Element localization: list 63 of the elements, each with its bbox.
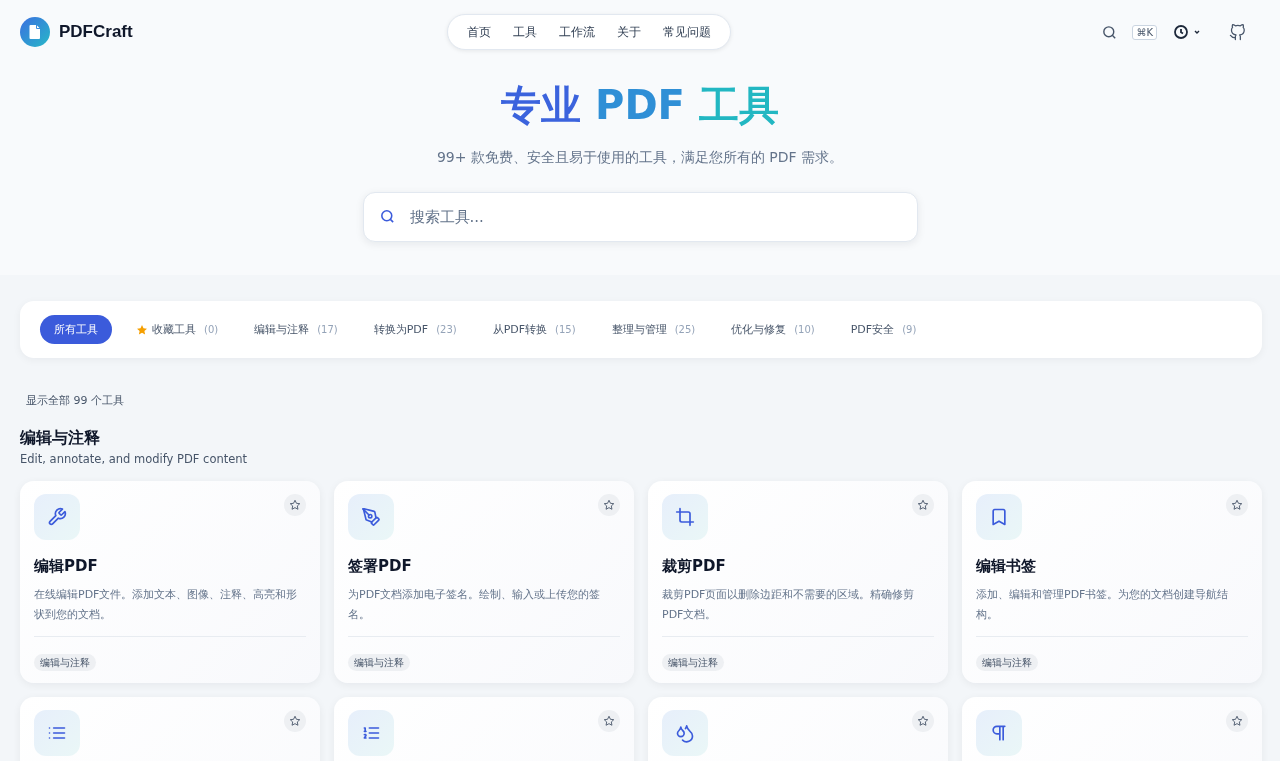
search-field[interactable]: 搜索工具... xyxy=(362,192,918,242)
tool-description: 在线编辑PDF文件。添加文本、图像、注释、高亮和形状到您的文档。 xyxy=(34,587,299,623)
search-icon[interactable] xyxy=(1101,23,1119,41)
star-icon xyxy=(603,715,615,727)
favorite-button[interactable] xyxy=(1226,494,1248,516)
star-icon xyxy=(917,715,929,727)
nav-link[interactable]: 关于 xyxy=(606,24,652,40)
nav-link[interactable]: 常见问题 xyxy=(652,24,722,40)
category-tab[interactable]: 整理与管理 (25) xyxy=(599,315,708,344)
category-tag: 编辑与注释 xyxy=(662,654,724,671)
star-icon xyxy=(289,499,301,511)
favorite-button[interactable] xyxy=(598,710,620,732)
favorite-button[interactable] xyxy=(598,494,620,516)
tool-description: 为PDF文档添加电子签名。绘制、输入或上传您的签名。 xyxy=(348,587,602,623)
star-icon xyxy=(917,499,929,511)
tool-title: 编辑书签 xyxy=(976,557,1037,576)
tool-description: 裁剪PDF页面以删除边距和不需要的区域。精确修剪PDF文档。 xyxy=(662,587,916,623)
category-tab[interactable]: 收藏工具 (0) xyxy=(124,315,231,344)
tool-card[interactable]: 编辑书签 添加、编辑和管理PDF书签。为您的文档创建导航结构。 编辑与注释 xyxy=(962,481,1262,683)
tool-card[interactable]: 编辑PDF 在线编辑PDF文件。添加文本、图像、注释、高亮和形状到您的文档。 编辑与注释 xyxy=(20,481,320,683)
star-icon xyxy=(1231,715,1243,727)
star-icon xyxy=(603,499,615,511)
category-tab[interactable]: 所有工具 xyxy=(40,315,112,344)
pilcrow-icon xyxy=(989,723,1009,743)
result-count: 显示全部 99 个工具 xyxy=(26,393,125,408)
favorite-button[interactable] xyxy=(284,494,306,516)
category-tag: 编辑与注释 xyxy=(976,654,1038,671)
tool-title: 编辑PDF xyxy=(34,557,99,576)
category-tab[interactable]: 优化与修复 (10) xyxy=(719,315,827,344)
section-title: 编辑与注释 xyxy=(20,428,101,449)
favorite-button[interactable] xyxy=(284,710,306,732)
tool-card[interactable]: 裁剪PDF 裁剪PDF页面以删除边距和不需要的区域。精确修剪PDF文档。 编辑与注释 xyxy=(648,481,948,683)
favorite-button[interactable] xyxy=(912,710,934,732)
star-icon xyxy=(289,715,301,727)
tool-title: 裁剪PDF xyxy=(662,557,727,576)
nav-link[interactable]: 工作流 xyxy=(548,24,606,40)
category-tag: 编辑与注释 xyxy=(348,654,410,671)
wrench-icon xyxy=(47,507,67,527)
favorite-button[interactable] xyxy=(1226,710,1248,732)
category-tab[interactable]: 编辑与注释 (17) xyxy=(242,315,350,344)
pen-icon xyxy=(361,507,381,527)
category-tab[interactable]: PDF安全 (9) xyxy=(838,315,929,344)
shortcut-key: ⌘K xyxy=(1132,24,1157,40)
crop-icon xyxy=(675,507,695,527)
logo-icon xyxy=(20,17,50,47)
tool-card[interactable]: 签署PDF 为PDF文档添加电子签名。绘制、输入或上传您的签名。 编辑与注释 xyxy=(334,481,634,683)
star-icon xyxy=(1231,499,1243,511)
nav-link[interactable]: 工具 xyxy=(502,24,548,40)
category-tab[interactable]: 转换为PDF (23) xyxy=(361,315,469,344)
nav-link[interactable]: 首页 xyxy=(456,24,502,40)
category-tab[interactable]: 从PDF转换 (15) xyxy=(480,315,588,344)
bookmark-icon xyxy=(989,507,1009,527)
section-subtitle: Edit, annotate, and modify PDF content xyxy=(20,452,249,466)
tool-description: 添加、编辑和管理PDF书签。为您的文档创建导航结构。 xyxy=(976,587,1230,623)
hero-title: 专业 PDF 工具 xyxy=(501,81,779,130)
github-icon[interactable] xyxy=(1229,23,1246,41)
star-icon xyxy=(136,323,148,336)
brand-name[interactable]: PDFCraft xyxy=(59,22,133,42)
favorite-button[interactable] xyxy=(912,494,934,516)
hero-subtitle: 99+ 款免费、安全且易于使用的工具，满足您所有的 PDF 需求。 xyxy=(436,149,844,167)
category-tag: 编辑与注释 xyxy=(34,654,96,671)
tool-title: 签署PDF xyxy=(348,557,413,576)
drops-icon xyxy=(675,723,695,743)
